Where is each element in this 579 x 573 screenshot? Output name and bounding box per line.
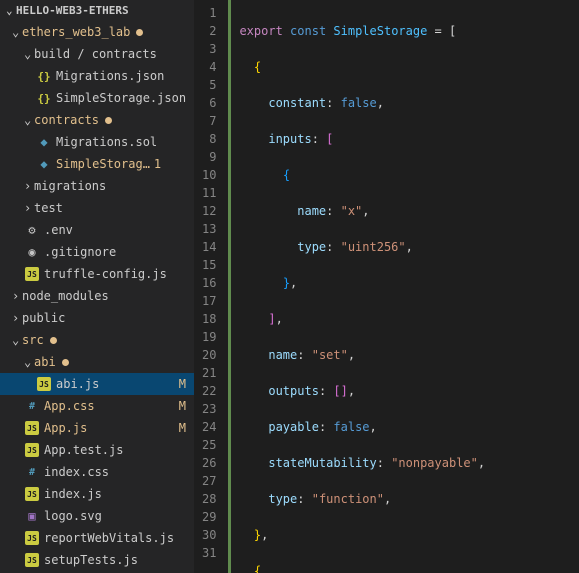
git-icon: ◉ (24, 244, 40, 260)
chevron-right-icon: › (24, 179, 34, 193)
chevron-down-icon: ⌄ (12, 333, 22, 347)
file-index-js[interactable]: JSindex.js (0, 483, 194, 505)
js-icon: JS (24, 552, 40, 568)
js-icon: JS (24, 420, 40, 436)
js-icon: JS (36, 376, 52, 392)
file-index-css[interactable]: #index.css (0, 461, 194, 483)
line-gutter: 1234567891011121314151617181920212223242… (194, 0, 228, 573)
chevron-right-icon: › (12, 289, 22, 303)
chevron-down-icon: ⌄ (12, 25, 22, 39)
folder-migrations[interactable]: ›migrations (0, 175, 194, 197)
modified-badge: M (179, 399, 186, 413)
modified-dot-icon (62, 359, 69, 366)
file-simplestorage-sol[interactable]: ◆SimpleStorag…1 (0, 153, 194, 175)
json-icon: {} (36, 90, 52, 106)
modified-dot-icon (105, 117, 112, 124)
js-icon: JS (24, 486, 40, 502)
code-content[interactable]: export const SimpleStorage = [ { constan… (228, 0, 579, 573)
file-migrations-sol[interactable]: ◆Migrations.sol (0, 131, 194, 153)
file-truffle-config[interactable]: JStruffle-config.js (0, 263, 194, 285)
folder-public[interactable]: ›public (0, 307, 194, 329)
js-icon: JS (24, 266, 40, 282)
chevron-down-icon: ⌄ (24, 47, 34, 61)
file-explorer-sidebar[interactable]: ⌄ HELLO-WEB3-ETHERS ⌄ethers_web3_lab ⌄bu… (0, 0, 194, 573)
gear-icon: ⚙ (24, 222, 40, 238)
js-icon: JS (24, 530, 40, 546)
file-setuptests[interactable]: JSsetupTests.js (0, 549, 194, 571)
chevron-down-icon: ⌄ (24, 113, 34, 127)
chevron-right-icon: › (24, 201, 34, 215)
file-app-test-js[interactable]: JSApp.test.js (0, 439, 194, 461)
file-logo-svg[interactable]: ▣logo.svg (0, 505, 194, 527)
solidity-icon: ◆ (36, 156, 52, 172)
folder-node-modules[interactable]: ›node_modules (0, 285, 194, 307)
file-simplestorage-json[interactable]: {}SimpleStorage.json (0, 87, 194, 109)
file-env[interactable]: ⚙.env (0, 219, 194, 241)
solidity-icon: ◆ (36, 134, 52, 150)
folder-src[interactable]: ⌄src (0, 329, 194, 351)
file-abi-js[interactable]: JSabi.jsM (0, 373, 194, 395)
file-reportwebvitals[interactable]: JSreportWebVitals.js (0, 527, 194, 549)
json-icon: {} (36, 68, 52, 84)
modified-dot-icon (50, 337, 57, 344)
svg-icon: ▣ (24, 508, 40, 524)
file-gitignore[interactable]: ◉.gitignore (0, 241, 194, 263)
modified-badge: M (179, 421, 186, 435)
css-icon: # (24, 464, 40, 480)
file-app-css[interactable]: #App.cssM (0, 395, 194, 417)
folder-ethers-web3-lab[interactable]: ⌄ethers_web3_lab (0, 21, 194, 43)
file-migrations-json[interactable]: {}Migrations.json (0, 65, 194, 87)
css-icon: # (24, 398, 40, 414)
project-header[interactable]: ⌄ HELLO-WEB3-ETHERS (0, 0, 194, 21)
js-icon: JS (24, 442, 40, 458)
chevron-down-icon: ⌄ (24, 355, 34, 369)
folder-test[interactable]: ›test (0, 197, 194, 219)
folder-contracts[interactable]: ⌄contracts (0, 109, 194, 131)
modified-badge: M (179, 377, 186, 391)
file-app-js[interactable]: JSApp.jsM (0, 417, 194, 439)
code-editor[interactable]: 1234567891011121314151617181920212223242… (194, 0, 579, 573)
modified-dot-icon (136, 29, 143, 36)
chevron-right-icon: › (12, 311, 22, 325)
project-name: HELLO-WEB3-ETHERS (16, 4, 129, 17)
folder-build-contracts[interactable]: ⌄build / contracts (0, 43, 194, 65)
chevron-down-icon: ⌄ (6, 4, 16, 17)
folder-abi[interactable]: ⌄abi (0, 351, 194, 373)
